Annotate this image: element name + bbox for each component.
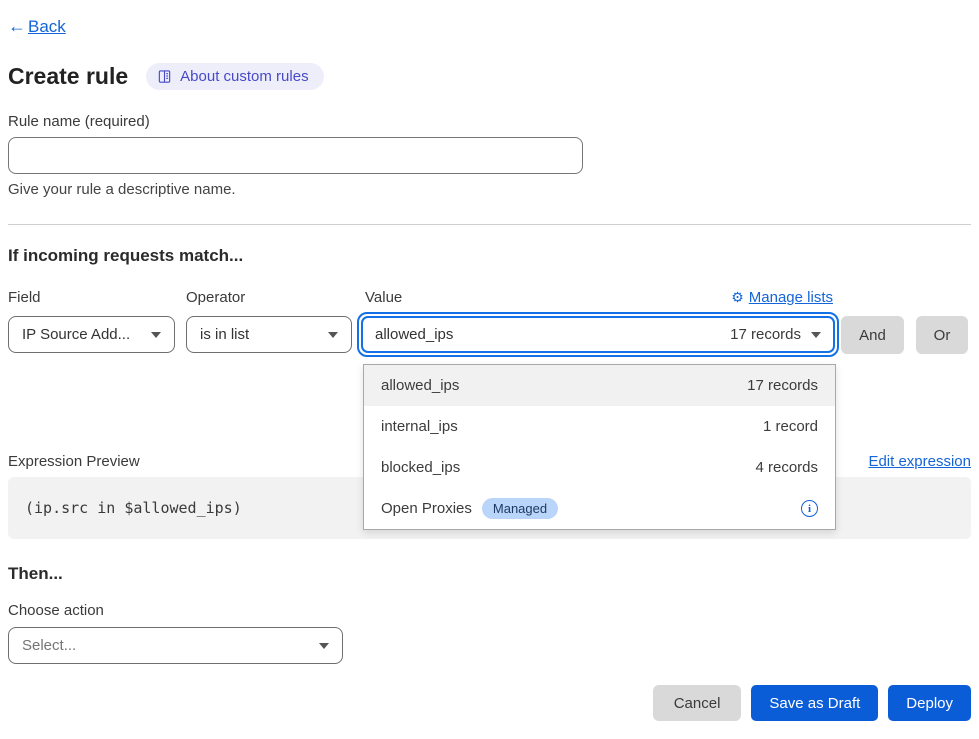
value-column: allowed_ips 17 records allowed_ips 17 re… [357,312,839,357]
field-label: Field [8,289,186,306]
action-select-placeholder: Select... [22,637,76,654]
manage-lists-link[interactable]: ⚙ Manage lists [731,289,833,306]
about-custom-rules-label: About custom rules [180,68,308,85]
managed-badge: Managed [482,498,558,519]
list-item-name: Open Proxies [381,500,472,517]
value-select-selected: allowed_ips [375,326,453,343]
then-section-heading: Then... [8,564,971,584]
value-label: Value [365,289,402,306]
edit-expression-link[interactable]: Edit expression [868,453,971,470]
page-title: Create rule [8,63,128,90]
choose-action-label: Choose action [8,602,971,619]
field-select-value: IP Source Add... [22,326,130,343]
operator-label: Operator [186,289,357,306]
section-divider [8,224,971,225]
info-icon[interactable]: i [801,500,818,517]
rule-name-input[interactable] [8,137,583,174]
field-select[interactable]: IP Source Add... [8,316,175,353]
cancel-button[interactable]: Cancel [653,685,742,721]
list-item-name: blocked_ips [381,459,460,476]
save-as-draft-button[interactable]: Save as Draft [751,685,878,721]
value-select[interactable]: allowed_ips 17 records [361,316,835,353]
operator-select[interactable]: is in list [186,316,352,353]
expression-preview-label: Expression Preview [8,453,140,470]
list-item-records: 1 record [763,418,818,435]
list-item-allowed-ips[interactable]: allowed_ips 17 records [364,365,835,406]
action-select[interactable]: Select... [8,627,343,664]
list-item-records: 4 records [755,459,818,476]
list-item-open-proxies[interactable]: Open Proxies Managed i [364,488,835,529]
footer-actions: Cancel Save as Draft Deploy [8,685,971,721]
gear-icon: ⚙ [731,289,744,306]
value-dropdown-menu: allowed_ips 17 records internal_ips 1 re… [363,364,836,530]
chevron-down-icon [151,332,161,338]
about-custom-rules-link[interactable]: About custom rules [146,63,323,90]
chevron-down-icon [811,332,821,338]
operator-select-value: is in list [200,326,249,343]
list-item-records: 17 records [747,377,818,394]
match-section-heading: If incoming requests match... [8,246,971,266]
rule-name-label: Rule name (required) [8,113,971,130]
back-label: Back [28,17,66,37]
back-arrow-icon: ← [8,16,26,37]
list-item-internal-ips[interactable]: internal_ips 1 record [364,406,835,447]
create-rule-page: ←Back Create rule About custom rules Rul… [0,0,979,739]
chevron-down-icon [328,332,338,338]
condition-labels-row: Field Operator Value ⚙ Manage lists [8,289,971,306]
manage-lists-label: Manage lists [749,289,833,306]
list-item-name: allowed_ips [381,377,459,394]
and-button[interactable]: And [841,316,904,354]
deploy-button[interactable]: Deploy [888,685,971,721]
book-icon [157,69,172,84]
or-button[interactable]: Or [916,316,968,354]
value-select-focus-ring: allowed_ips 17 records [357,312,839,357]
list-item-blocked-ips[interactable]: blocked_ips 4 records [364,447,835,488]
expression-code: (ip.src in $allowed_ips) [25,499,242,517]
condition-row: IP Source Add... is in list allowed_ips … [8,312,971,357]
rule-name-helper: Give your rule a descriptive name. [8,181,971,198]
back-link[interactable]: ←Back [8,16,66,37]
header: Create rule About custom rules [8,63,971,90]
chevron-down-icon [319,643,329,649]
list-item-name: internal_ips [381,418,458,435]
value-select-records: 17 records [730,326,801,343]
